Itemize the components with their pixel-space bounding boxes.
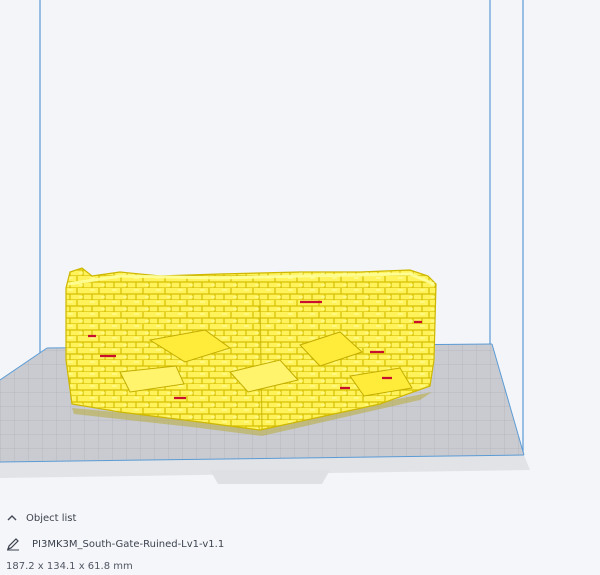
object-file-row[interactable]: PI3MK3M_South-Gate-Ruined-Lv1-v1.1 bbox=[6, 537, 224, 551]
3d-viewport[interactable] bbox=[0, 0, 600, 500]
object-list-label: Object list bbox=[26, 512, 77, 524]
object-list-header[interactable]: Object list bbox=[6, 512, 76, 524]
pencil-icon[interactable] bbox=[6, 537, 20, 551]
build-plate-clip bbox=[210, 470, 330, 484]
object-dimensions: 187.2 x 134.1 x 61.8 mm bbox=[6, 561, 133, 572]
object-list-panel: Object list PI3MK3M_South-Gate-Ruined-Lv… bbox=[0, 500, 600, 575]
object-file-name[interactable]: PI3MK3M_South-Gate-Ruined-Lv1-v1.1 bbox=[32, 539, 224, 550]
object-dimensions-row: 187.2 x 134.1 x 61.8 mm bbox=[6, 561, 133, 572]
viewport-canvas[interactable] bbox=[0, 0, 600, 500]
chevron-up-icon[interactable] bbox=[6, 512, 18, 524]
